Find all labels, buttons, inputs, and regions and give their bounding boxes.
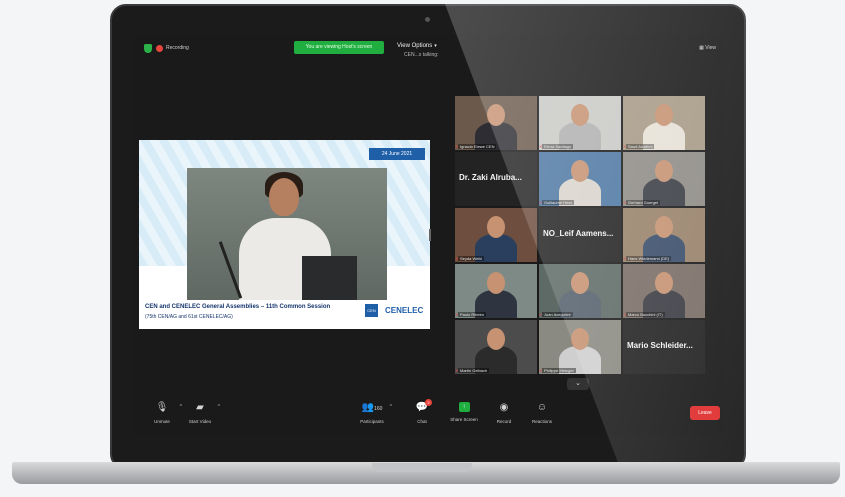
participant-video: [487, 216, 505, 238]
participant-tile[interactable]: ✕ Philippe Metzger: [539, 320, 621, 374]
view-layout-button[interactable]: ▦ View: [699, 45, 716, 51]
shared-screen-content: 24 June 2021 CEN and CENELEC General Ass…: [139, 140, 430, 329]
participant-video: [655, 272, 673, 294]
participant-video: [571, 160, 589, 182]
participant-tile[interactable]: ✕ Paulo Ribeiro: [455, 264, 537, 318]
participant-video: [487, 272, 505, 294]
participant-tile[interactable]: ✕ Marco Bocchini (IT): [623, 264, 705, 318]
laptop-notch: [372, 463, 472, 472]
slide-subtitle: (75th CEN/AG and 61st CENELEC/AG): [145, 314, 233, 320]
participant-video: [571, 104, 589, 126]
participant-name: Martin Geibach: [458, 368, 490, 373]
slide-caption: CEN and CENELEC General Assemblies – 11t…: [139, 300, 430, 329]
webcam: [425, 17, 430, 22]
participants-button[interactable]: 👥160 ^ Participants: [350, 402, 394, 424]
view-label: View: [705, 45, 716, 51]
meeting-toolbar: 🎙 ^ Unmute ▰ ^ Start Video 👥160 ^ Partic…: [134, 394, 724, 435]
gallery-scroll-down-button[interactable]: ⌄: [567, 378, 589, 390]
slide-title: CEN and CENELEC General Assemblies – 11t…: [145, 304, 331, 310]
participant-tile[interactable]: ✕ Gerhard Guergel: [623, 152, 705, 206]
participant-tile[interactable]: ✕ Elena Santiago: [539, 96, 621, 150]
participant-tile[interactable]: ✕ Juan Aceguirre: [539, 264, 621, 318]
chevron-up-icon[interactable]: ^: [218, 404, 220, 410]
share-screen-icon: ↑: [458, 402, 470, 412]
participant-tile[interactable]: Dr. Zaki Alruba...: [455, 152, 537, 206]
participant-name-large: NO_Leif Aamens...: [543, 229, 614, 238]
participant-tile[interactable]: ✕ Seyda Weikl: [455, 208, 537, 262]
chat-unread-badge: 2: [425, 399, 432, 406]
participant-gallery: ✕ Ignacio Elewe CEN ✕ Elena Santiago ✕ Saud A…: [455, 96, 705, 376]
participant-name: Juan Aceguirre: [542, 312, 573, 317]
participant-name: Philippe Metzger: [542, 368, 576, 373]
participant-name: Elena Santiago: [542, 144, 574, 149]
chevron-up-icon[interactable]: ^: [390, 404, 392, 410]
start-video-label: Start Video: [188, 419, 212, 424]
participant-name: Guillaume Hess: [542, 200, 575, 205]
participant-tile[interactable]: ✕ Ignacio Elewe CEN: [455, 96, 537, 150]
speaker-laptop: [302, 256, 357, 300]
chat-button[interactable]: 💬 2 Chat: [400, 399, 444, 424]
cenelec-logo: CENELEC: [385, 306, 424, 315]
participants-label: Participants: [360, 419, 384, 424]
slide-date: 24 June 2021: [369, 148, 425, 160]
participant-name: Marco Bocchini (IT): [626, 312, 665, 317]
split-view-handle[interactable]: [429, 229, 431, 241]
participant-video: [655, 216, 673, 238]
chevron-down-icon: ▾: [434, 43, 437, 49]
participant-tile[interactable]: ✕ Hans Wiedemann (DE): [623, 208, 705, 262]
leave-button[interactable]: Leave: [690, 406, 720, 420]
share-screen-button[interactable]: ↑ Share Screen: [442, 402, 486, 422]
reactions-label: Reactions: [531, 419, 552, 424]
speaker-video: [187, 168, 387, 300]
recording-label: Recording: [166, 45, 189, 51]
participant-name: Seyda Weikl: [458, 256, 485, 261]
viewing-share-banner: You are viewing Host's screen: [294, 41, 384, 54]
participant-video: [487, 328, 505, 350]
video-off-icon: ▰: [196, 402, 204, 413]
share-screen-label: Share Screen: [450, 417, 478, 422]
participant-name: Saud Alzahmi: [626, 144, 655, 149]
security-shield-icon[interactable]: [144, 44, 152, 53]
participant-tile[interactable]: ✕ Martin Geibach: [455, 320, 537, 374]
participant-video: [571, 272, 589, 294]
participant-name: Paulo Ribeiro: [458, 312, 487, 317]
participant-name-large: Mario Schleider...: [627, 341, 693, 350]
reactions-icon: ☺: [536, 402, 548, 413]
participant-name-large: Dr. Zaki Alruba...: [459, 173, 522, 182]
participant-tile[interactable]: ✕ Guillaume Hess: [539, 152, 621, 206]
participant-name: Ignacio Elewe CEN: [458, 144, 497, 149]
cen-logo: CEN: [365, 304, 378, 317]
view-options-menu[interactable]: View Options ▾: [397, 43, 437, 49]
participant-video: [571, 328, 589, 350]
view-options-label: View Options: [397, 43, 433, 49]
participant-tile[interactable]: ✕ Saud Alzahmi: [623, 96, 705, 150]
reactions-button[interactable]: ☺ Reactions: [520, 402, 564, 424]
participant-name: Gerhard Guergel: [626, 200, 661, 205]
talking-indicator: CEN...s talking:: [404, 52, 439, 58]
participant-video: [487, 104, 505, 126]
participant-tile[interactable]: Mario Schleider...: [623, 320, 705, 374]
recording-dot-icon: [156, 45, 163, 52]
start-video-button[interactable]: ▰ ^ Start Video: [178, 402, 222, 424]
participant-video: [655, 160, 673, 182]
participants-count: 160: [374, 406, 383, 412]
zoom-window: Recording You are viewing Host's screen …: [134, 34, 724, 435]
participants-icon: 👥160: [361, 402, 383, 413]
participant-video: [655, 104, 673, 126]
chat-label: Chat: [417, 419, 427, 424]
chevron-down-icon: ⌄: [575, 380, 581, 387]
meeting-top-bar: Recording You are viewing Host's screen …: [134, 40, 724, 60]
chat-icon: 💬: [415, 402, 429, 413]
participant-tile[interactable]: NO_Leif Aamens...: [539, 208, 621, 262]
participant-name: Hans Wiedemann (DE): [626, 256, 672, 261]
